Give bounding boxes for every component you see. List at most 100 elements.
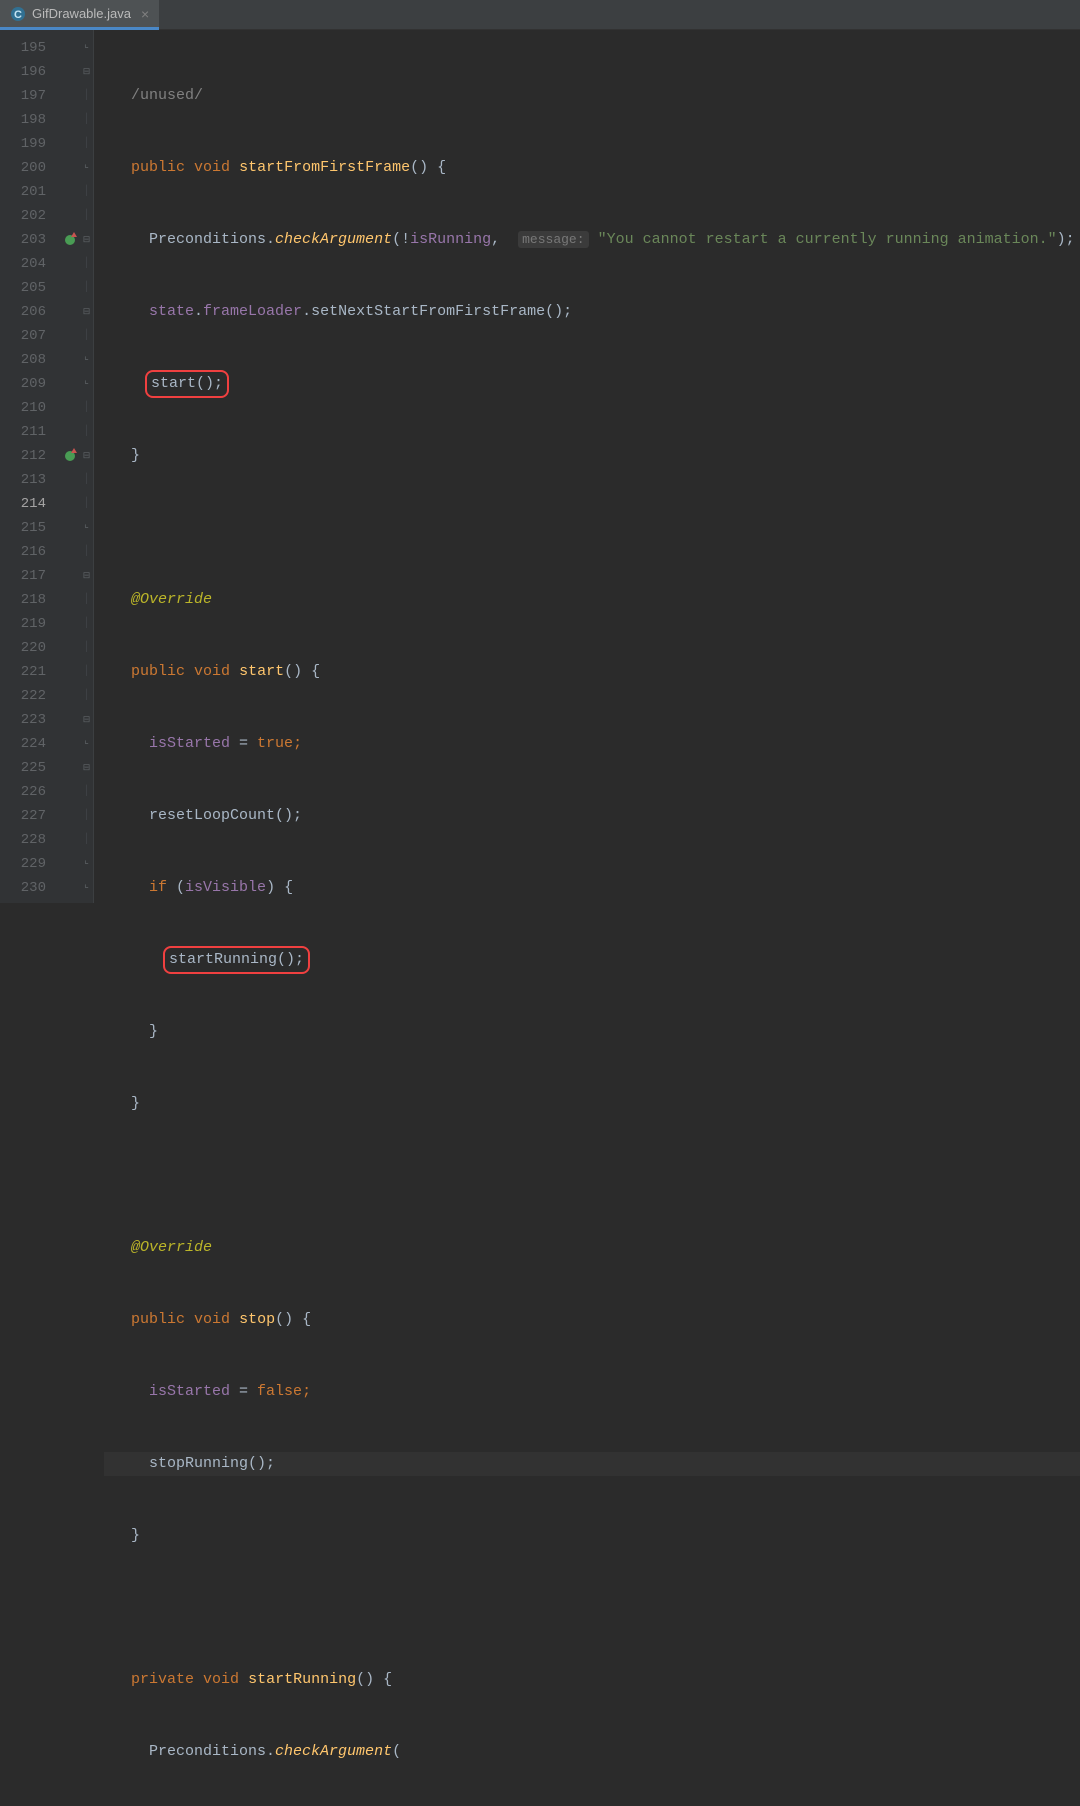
gutter-marker-slot: [60, 108, 80, 132]
gutter-marker-slot: [60, 780, 80, 804]
fold-indicator[interactable]: [80, 156, 93, 180]
fold-indicator: [80, 636, 93, 660]
line-number: 204: [0, 252, 46, 276]
line-number: 196: [0, 60, 46, 84]
highlighted-call-startrunning: startRunning();: [163, 946, 310, 974]
gutter-marker-slot: [60, 708, 80, 732]
code-line: @Override: [104, 1236, 1080, 1260]
editor-tab-gifdrawable[interactable]: C GifDrawable.java ×: [0, 0, 159, 30]
fold-indicator[interactable]: [80, 60, 93, 84]
gutter-marker-slot: [60, 468, 80, 492]
fold-indicator: [80, 828, 93, 852]
gutter-marker-slot: [60, 804, 80, 828]
fold-indicator: [80, 660, 93, 684]
fold-indicator: [80, 540, 93, 564]
code-line: /unused/: [104, 84, 1080, 108]
fold-indicator[interactable]: [80, 708, 93, 732]
code-line: public void stop() {: [104, 1308, 1080, 1332]
line-number: 211: [0, 420, 46, 444]
code-line: @Override: [104, 588, 1080, 612]
fold-indicator: [80, 612, 93, 636]
fold-indicator: [80, 84, 93, 108]
fold-indicator[interactable]: [80, 732, 93, 756]
gutter-marker-slot: [60, 684, 80, 708]
line-number: 201: [0, 180, 46, 204]
code-line: private void startRunning() {: [104, 1668, 1080, 1692]
fold-indicator[interactable]: [80, 516, 93, 540]
code-line: if (isVisible) {: [104, 876, 1080, 900]
svg-text:C: C: [14, 9, 22, 21]
fold-indicator: [80, 276, 93, 300]
fold-indicator: [80, 780, 93, 804]
line-number: 223: [0, 708, 46, 732]
line-number: 229: [0, 852, 46, 876]
gutter-marker-slot: [60, 132, 80, 156]
line-number: 227: [0, 804, 46, 828]
gutter-marker-slot: [60, 372, 80, 396]
fold-indicator[interactable]: [80, 756, 93, 780]
close-tab-icon[interactable]: ×: [141, 6, 149, 22]
gutter-marker-slot: [60, 60, 80, 84]
gutter-marker-slot: [60, 852, 80, 876]
gutter-marker-slot: [60, 588, 80, 612]
fold-indicator[interactable]: [80, 564, 93, 588]
code-line: isStarted = true;: [104, 732, 1080, 756]
line-number: 212: [0, 444, 46, 468]
line-number: 215: [0, 516, 46, 540]
code-line-current: stopRunning();: [104, 1452, 1080, 1476]
fold-indicator: [80, 420, 93, 444]
marker-gutter: [60, 30, 80, 903]
highlighted-call-start: start();: [145, 370, 229, 398]
gutter-marker-slot: [60, 612, 80, 636]
line-number: 197: [0, 84, 46, 108]
editor-area[interactable]: 1951961971981992002012022032042052062072…: [0, 30, 1080, 903]
gutter-marker-slot: [60, 228, 80, 252]
fold-indicator[interactable]: [80, 228, 93, 252]
line-number: 198: [0, 108, 46, 132]
code-line: Preconditions.checkArgument(: [104, 1740, 1080, 1764]
line-number: 221: [0, 660, 46, 684]
code-line: isStarted = false;: [104, 1380, 1080, 1404]
line-number: 224: [0, 732, 46, 756]
gutter-marker-slot: [60, 204, 80, 228]
code-line: startRunning();: [104, 948, 1080, 972]
gutter-marker-slot: [60, 420, 80, 444]
fold-indicator: [80, 108, 93, 132]
line-number: 209: [0, 372, 46, 396]
line-number: 206: [0, 300, 46, 324]
fold-indicator[interactable]: [80, 876, 93, 900]
line-number: 216: [0, 540, 46, 564]
override-indicator-icon[interactable]: [65, 235, 75, 245]
fold-indicator[interactable]: [80, 300, 93, 324]
line-number: 203: [0, 228, 46, 252]
gutter-marker-slot: [60, 276, 80, 300]
line-number: 202: [0, 204, 46, 228]
line-number-gutter: 1951961971981992002012022032042052062072…: [0, 30, 60, 903]
fold-indicator: [80, 492, 93, 516]
fold-indicator[interactable]: [80, 444, 93, 468]
code-content[interactable]: /unused/ public void startFromFirstFrame…: [94, 30, 1080, 903]
line-number: 225: [0, 756, 46, 780]
fold-indicator: [80, 252, 93, 276]
fold-gutter: [80, 30, 94, 903]
override-indicator-icon[interactable]: [65, 451, 75, 461]
fold-indicator[interactable]: [80, 372, 93, 396]
line-number: 208: [0, 348, 46, 372]
fold-indicator[interactable]: [80, 348, 93, 372]
code-line: Preconditions.checkArgument(!isRunning, …: [104, 228, 1080, 252]
gutter-marker-slot: [60, 252, 80, 276]
line-number: 210: [0, 396, 46, 420]
fold-indicator[interactable]: [80, 852, 93, 876]
gutter-marker-slot: [60, 732, 80, 756]
gutter-marker-slot: [60, 636, 80, 660]
fold-indicator: [80, 684, 93, 708]
fold-indicator[interactable]: [80, 36, 93, 60]
code-line: public void startFromFirstFrame() {: [104, 156, 1080, 180]
code-line: }: [104, 444, 1080, 468]
line-number: 226: [0, 780, 46, 804]
line-number: 195: [0, 36, 46, 60]
fold-indicator: [80, 180, 93, 204]
line-number: 219: [0, 612, 46, 636]
line-number: 218: [0, 588, 46, 612]
code-line: state.frameLoader.setNextStartFromFirstF…: [104, 300, 1080, 324]
